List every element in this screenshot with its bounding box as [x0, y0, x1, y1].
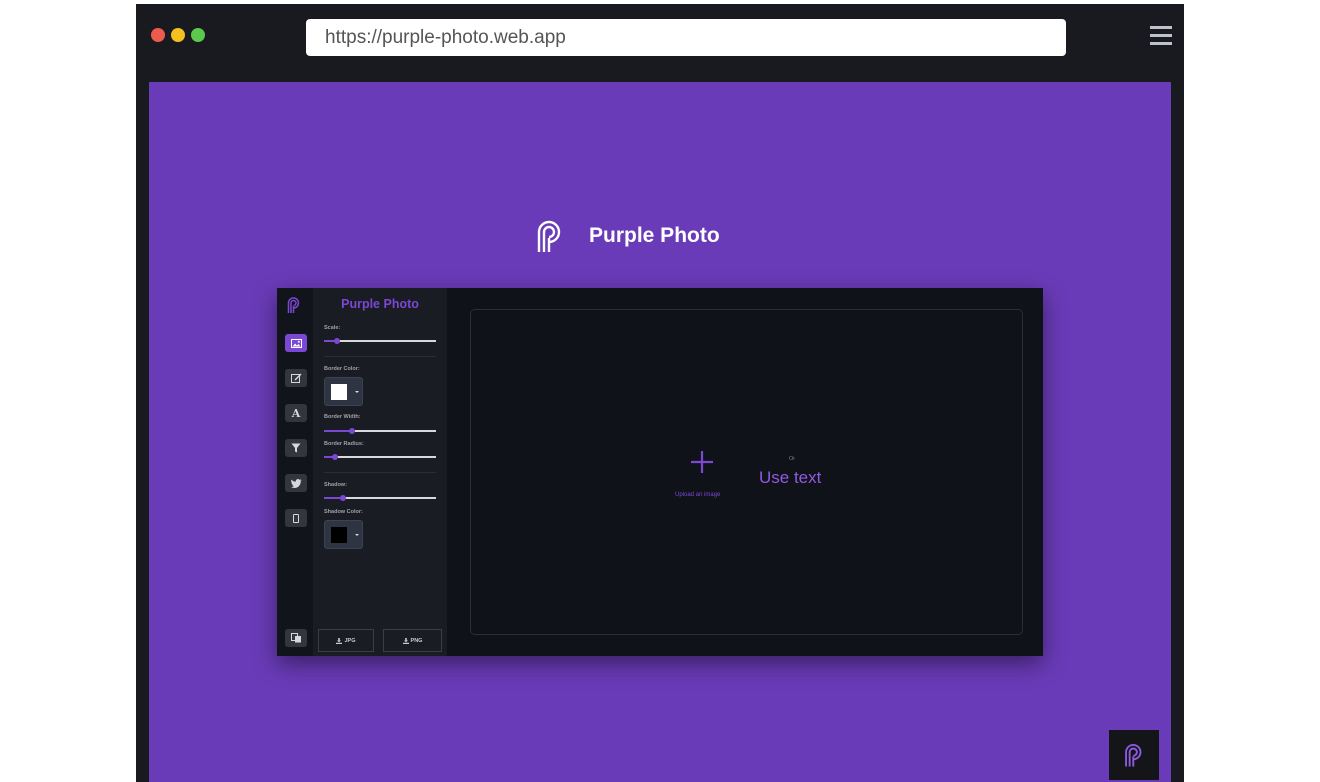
download-png-label: PNG: [410, 637, 423, 644]
tool-mobile-button[interactable]: [285, 509, 307, 527]
edit-icon: [290, 373, 301, 383]
window-controls: [151, 28, 205, 42]
download-jpg-label: JPG: [344, 637, 356, 644]
copy-button[interactable]: [285, 629, 307, 647]
border-color-label: Border Color:: [324, 366, 360, 372]
border-width-label: Border Width:: [324, 414, 361, 420]
text-icon: A: [291, 406, 301, 420]
tool-twitter-button[interactable]: [285, 474, 307, 492]
brand-header: Purple Photo: [535, 218, 720, 254]
border-radius-slider[interactable]: [324, 454, 436, 460]
or-label: Or: [789, 456, 796, 462]
panel-title: Purple Photo: [341, 297, 419, 311]
tool-image-button[interactable]: [285, 334, 307, 352]
caret-down-icon: [355, 391, 359, 393]
editor-area: Upload an image Or Use text: [447, 288, 1043, 656]
image-icon: [290, 338, 302, 348]
border-width-slider-handle[interactable]: [349, 428, 355, 434]
browser-window: https://purple-photo.web.app Purple Phot…: [136, 4, 1184, 782]
menu-icon[interactable]: [1150, 26, 1172, 50]
shadow-color-swatch: [331, 527, 347, 543]
copy-icon: [290, 633, 301, 643]
mobile-icon: [293, 513, 299, 523]
tool-filter-button[interactable]: [285, 439, 307, 457]
settings-panel: Purple Photo Scale: Border Color: Border…: [313, 288, 447, 656]
caret-down-icon: [355, 534, 359, 536]
divider: [324, 356, 436, 357]
tool-rail: A: [277, 288, 313, 656]
url-text: https://purple-photo.web.app: [325, 27, 566, 48]
purple-photo-logo-icon: [537, 220, 561, 252]
app-window: A Purple Photo Scale: Border Color: Bord…: [277, 288, 1043, 656]
upload-plus-icon[interactable]: [690, 450, 714, 474]
shadow-label: Shadow:: [324, 482, 347, 488]
brand-title: Purple Photo: [589, 224, 720, 247]
maximize-window-button[interactable]: [191, 28, 205, 42]
download-icon: [402, 637, 409, 644]
tool-text-button[interactable]: A: [285, 404, 307, 422]
purple-photo-badge-icon: [1125, 744, 1142, 767]
border-radius-slider-handle[interactable]: [332, 454, 339, 460]
address-bar[interactable]: https://purple-photo.web.app: [306, 19, 1066, 56]
shadow-color-picker[interactable]: [324, 520, 363, 549]
border-radius-label: Border Radius:: [324, 441, 364, 447]
shadow-slider-handle[interactable]: [340, 495, 347, 501]
scale-slider[interactable]: [324, 338, 436, 344]
use-text-link[interactable]: Use text: [759, 468, 821, 488]
upload-image-link[interactable]: Upload an image: [675, 492, 720, 498]
download-icon: [336, 637, 343, 644]
canvas-drop-zone[interactable]: Upload an image Or Use text: [470, 309, 1023, 635]
shadow-slider[interactable]: [324, 495, 436, 501]
download-jpg-button[interactable]: JPG: [318, 629, 374, 652]
border-color-picker[interactable]: [324, 377, 363, 406]
filter-icon: [291, 443, 301, 453]
app-logo-icon: [287, 297, 300, 313]
scale-slider-handle[interactable]: [334, 338, 341, 344]
page-viewport: Purple Photo A Purple Photo Scale: Borde…: [149, 82, 1171, 782]
tool-edit-button[interactable]: [285, 369, 307, 387]
corner-logo-badge[interactable]: [1109, 730, 1159, 780]
border-width-slider[interactable]: [324, 428, 436, 434]
scale-label: Scale:: [324, 325, 341, 331]
twitter-icon: [290, 478, 301, 488]
shadow-color-label: Shadow Color:: [324, 509, 363, 515]
download-png-button[interactable]: PNG: [383, 629, 442, 652]
border-color-swatch: [331, 384, 347, 400]
divider: [324, 472, 436, 473]
close-window-button[interactable]: [151, 28, 165, 42]
minimize-window-button[interactable]: [171, 28, 185, 42]
